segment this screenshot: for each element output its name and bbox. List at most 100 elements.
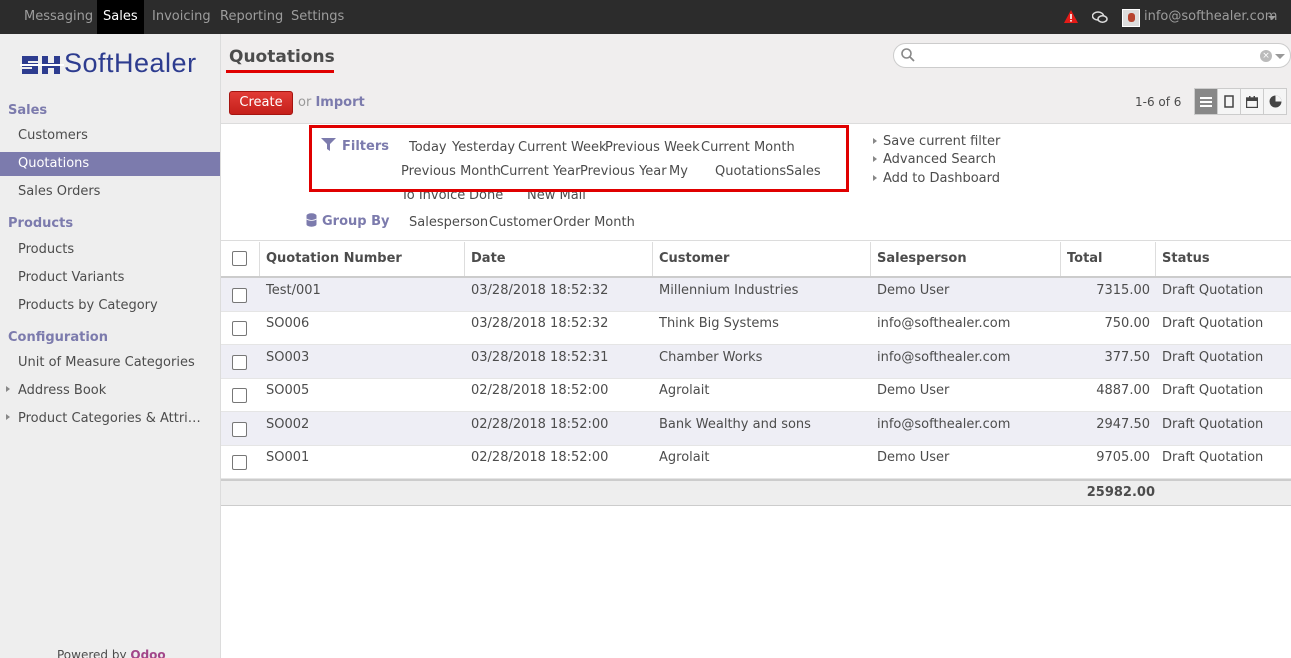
- pager-value[interactable]: 1-6 of 6: [1135, 95, 1181, 109]
- menu-settings[interactable]: Settings: [285, 0, 350, 34]
- row-checkbox[interactable]: [232, 422, 247, 437]
- menu-messaging[interactable]: Messaging: [18, 0, 99, 34]
- quotation-number-cell: SO006: [266, 316, 310, 331]
- sidebar-item-product-categories[interactable]: Product Categories & Attri…: [0, 407, 220, 431]
- list-view-button[interactable]: [1194, 88, 1218, 115]
- date-cell: 02/28/2018 18:52:00: [471, 417, 609, 432]
- advanced-search[interactable]: Advanced Search: [873, 152, 996, 167]
- status-cell: Draft Quotation: [1162, 283, 1264, 298]
- search-options-caret-icon[interactable]: [1275, 54, 1285, 59]
- status-cell: Draft Quotation: [1162, 383, 1264, 398]
- import-button[interactable]: Import: [315, 95, 364, 110]
- expand-icon: [873, 138, 877, 144]
- calendar-view-button[interactable]: [1240, 88, 1264, 115]
- column-total[interactable]: Total: [1060, 242, 1155, 276]
- row-checkbox[interactable]: [232, 388, 247, 403]
- form-icon: [1224, 95, 1234, 108]
- sidebar-item-uom-categories[interactable]: Unit of Measure Categories: [0, 351, 220, 375]
- group-by-order-month[interactable]: Order Month: [553, 215, 635, 230]
- date-cell: 03/28/2018 18:52:31: [471, 350, 609, 365]
- date-cell: 03/28/2018 18:52:32: [471, 316, 609, 331]
- menu-invoicing[interactable]: Invoicing: [146, 0, 217, 34]
- graph-view-button[interactable]: [1263, 88, 1287, 115]
- clear-icon[interactable]: ×: [1260, 50, 1272, 62]
- or-import: or Import: [298, 95, 365, 110]
- chat-icon[interactable]: [1092, 11, 1108, 24]
- status-cell: Draft Quotation: [1162, 350, 1264, 365]
- status-cell: Draft Quotation: [1162, 450, 1264, 465]
- column-date[interactable]: Date: [464, 242, 652, 276]
- add-to-dashboard-label: Add to Dashboard: [883, 171, 1001, 186]
- section-products[interactable]: Products: [8, 216, 73, 231]
- sidebar-item-product-variants[interactable]: Product Variants: [0, 266, 220, 290]
- save-current-filter[interactable]: Save current filter: [873, 134, 1000, 149]
- date-cell: 02/28/2018 18:52:00: [471, 450, 609, 465]
- group-by-label: Group By: [322, 214, 390, 229]
- table-row[interactable]: SO005 02/28/2018 18:52:00 Agrolait Demo Use…: [221, 378, 1291, 412]
- date-cell: 02/28/2018 18:52:00: [471, 383, 609, 398]
- row-checkbox[interactable]: [232, 321, 247, 336]
- form-view-button[interactable]: [1217, 88, 1241, 115]
- alert-icon[interactable]: [1064, 10, 1078, 23]
- expand-icon: [873, 175, 877, 181]
- sidebar-item-products-by-category[interactable]: Products by Category: [0, 294, 220, 318]
- total-cell: 7315.00: [1096, 283, 1150, 298]
- group-by-salesperson[interactable]: Salesperson: [409, 215, 488, 230]
- control-panel: Quotations × Create or Import 1-6 of 6: [221, 34, 1291, 124]
- add-to-dashboard[interactable]: Add to Dashboard: [873, 171, 1000, 186]
- customer-cell: Bank Wealthy and sons: [659, 417, 811, 432]
- softhealer-logo-mark-icon: [20, 56, 64, 74]
- group-by-customer[interactable]: Customer: [489, 215, 552, 230]
- expand-icon: [873, 156, 877, 162]
- sidebar-item-products[interactable]: Products: [0, 238, 220, 262]
- title-highlight: [226, 70, 334, 73]
- salesperson-cell: Demo User: [877, 383, 950, 398]
- select-all-checkbox[interactable]: [232, 251, 247, 266]
- sidebar-item-sales-orders[interactable]: Sales Orders: [0, 180, 220, 204]
- table-row[interactable]: SO002 02/28/2018 18:52:00 Bank Wealthy and…: [221, 412, 1291, 446]
- column-customer[interactable]: Customer: [652, 242, 870, 276]
- customer-cell: Millennium Industries: [659, 283, 799, 298]
- section-sales[interactable]: Sales: [8, 103, 47, 118]
- salesperson-cell: info@softhealer.com: [877, 316, 1011, 331]
- row-checkbox[interactable]: [232, 355, 247, 370]
- user-menu[interactable]: info@softhealer.com: [1144, 0, 1277, 34]
- table-footer: 25982.00: [221, 479, 1291, 506]
- user-avatar[interactable]: [1122, 9, 1140, 27]
- column-status[interactable]: Status: [1155, 242, 1291, 276]
- table-row[interactable]: SO006 03/28/2018 18:52:32 Think Big System…: [221, 311, 1291, 345]
- status-cell: Draft Quotation: [1162, 417, 1264, 432]
- salesperson-cell: Demo User: [877, 283, 950, 298]
- total-cell: 9705.00: [1096, 450, 1150, 465]
- section-configuration[interactable]: Configuration: [8, 330, 108, 345]
- row-checkbox[interactable]: [232, 288, 247, 303]
- or-label: or: [298, 95, 312, 110]
- table-row[interactable]: Test/001 03/28/2018 18:52:32 Millennium In…: [221, 278, 1291, 312]
- top-navbar: Messaging Sales Invoicing Reporting Sett…: [0, 0, 1291, 34]
- table-row[interactable]: SO003 03/28/2018 18:52:31 Chamber Works inf…: [221, 345, 1291, 379]
- total-cell: 377.50: [1104, 350, 1151, 365]
- row-checkbox[interactable]: [232, 455, 247, 470]
- table-row[interactable]: SO001 02/28/2018 18:52:00 Agrolait Demo Use…: [221, 445, 1291, 479]
- powered-by-label: Powered by: [57, 648, 127, 658]
- column-salesperson[interactable]: Salesperson: [870, 242, 1060, 276]
- sidebar-item-customers[interactable]: Customers: [0, 124, 220, 148]
- database-icon: [306, 213, 317, 227]
- sidebar-item-address-book[interactable]: Address Book: [0, 379, 220, 403]
- customer-cell: Chamber Works: [659, 350, 763, 365]
- menu-reporting[interactable]: Reporting: [214, 0, 289, 34]
- odoo-link[interactable]: Odoo: [130, 648, 165, 658]
- chevron-down-icon[interactable]: [1268, 16, 1276, 20]
- quotation-number-cell: SO001: [266, 450, 310, 465]
- quotation-number-cell: SO002: [266, 417, 310, 432]
- save-current-filter-label: Save current filter: [883, 134, 1001, 149]
- create-button[interactable]: Create: [229, 91, 293, 115]
- company-logo[interactable]: SoftHealer: [18, 48, 208, 82]
- search-input[interactable]: ×: [893, 43, 1291, 68]
- column-quotation-number[interactable]: Quotation Number: [259, 242, 466, 276]
- table-header: Quotation Number Date Customer Salespers…: [221, 242, 1291, 278]
- menu-sales[interactable]: Sales: [97, 0, 144, 34]
- sidebar-item-quotations[interactable]: Quotations: [0, 152, 220, 176]
- page-title: Quotations: [229, 47, 335, 67]
- customer-cell: Agrolait: [659, 450, 710, 465]
